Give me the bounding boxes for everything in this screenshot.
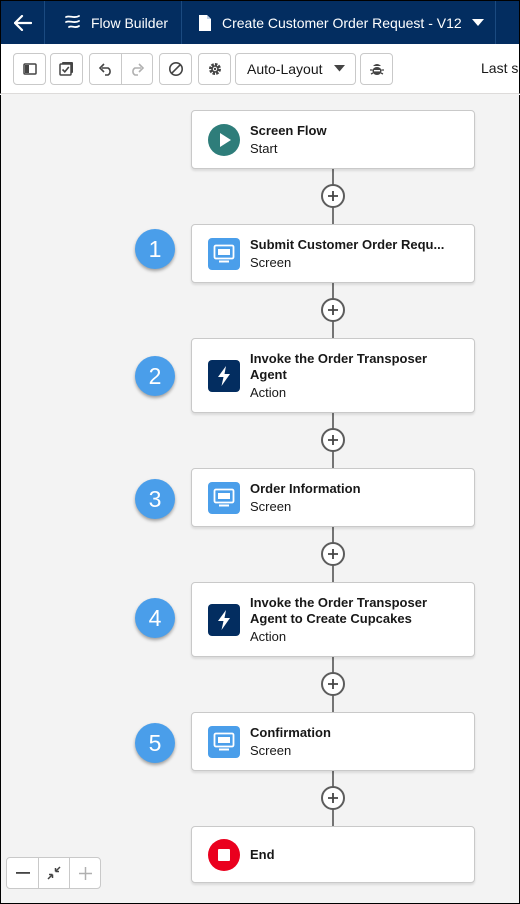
step-number-badge: 5 [135,723,175,763]
node-type: Action [250,628,287,644]
action-node-create-cupcakes[interactable]: Invoke the Order Transposer Agent to Cre… [191,582,475,657]
last-saved-text: Last sa [481,60,519,76]
plus-icon [328,435,338,445]
document-icon [199,14,211,31]
undo-button[interactable] [90,54,121,84]
screen-icon [208,481,240,514]
step-number-badge: 4 [135,598,175,638]
node-type: Action [250,384,287,400]
arrow-left-icon [13,14,32,31]
undo-icon [98,62,111,76]
contract-icon [47,866,61,880]
app-title: Flow Builder [91,14,169,31]
step-number-badge: 2 [135,356,175,396]
plus-icon [328,305,338,315]
add-element-button[interactable] [321,298,345,322]
plus-icon [328,191,338,201]
node-title: Submit Customer Order Requ... [250,236,445,252]
node-type: Screen [250,254,292,270]
redo-button[interactable] [121,53,152,84]
zoom-controls [6,857,101,889]
app-header: Flow Builder Create Customer Order Reque… [0,0,520,44]
back-button[interactable] [1,1,45,44]
app-name: Flow Builder [45,1,182,44]
screen-node-order-information[interactable]: Order Information Screen [191,468,475,527]
layout-mode-value: Auto-Layout [247,60,323,77]
panel-icon [22,62,37,75]
add-element-button[interactable] [321,542,345,566]
lightning-icon [208,359,240,392]
toolbar: Auto-Layout Last sa [0,44,520,94]
action-node-invoke-agent[interactable]: Invoke the Order Transposer Agent Action [191,338,475,413]
step-number-badge: 1 [135,229,175,269]
screen-icon [208,725,240,758]
flow-title: Create Customer Order Request - V12 [222,14,462,31]
plus-icon [328,679,338,689]
screen-node-confirmation[interactable]: Confirmation Screen [191,712,475,771]
redo-icon [132,62,145,76]
end-node[interactable]: End [191,826,475,883]
lightning-icon [208,603,240,636]
step-number-badge: 3 [135,479,175,519]
debug-button[interactable] [360,52,393,85]
flow-tab[interactable]: Create Customer Order Request - V12 [182,1,496,44]
flow-builder-icon [65,14,80,28]
node-title: Invoke the Order Transposer Agent to Cre… [250,594,428,626]
add-element-button[interactable] [321,672,345,696]
toggle-panel-button[interactable] [13,52,46,85]
layout-mode-select[interactable]: Auto-Layout [235,52,356,85]
node-title: Order Information [250,480,361,496]
plus-icon [328,793,338,803]
start-node[interactable]: Screen Flow Start [191,110,475,169]
plus-icon [78,866,92,880]
node-title: End [250,846,275,862]
bug-icon [369,63,384,75]
add-element-button[interactable] [321,786,345,810]
node-title: Invoke the Order Transposer Agent [250,350,428,382]
node-type: Screen [250,498,292,514]
undo-redo-group [89,52,153,85]
stop-icon [208,838,240,871]
plus-icon [328,549,338,559]
node-type: Start [250,140,278,156]
fit-to-view-button[interactable] [38,858,69,888]
ban-icon [168,61,183,76]
cancel-button[interactable] [159,52,192,85]
node-title: Confirmation [250,724,331,740]
zoom-in-button[interactable] [69,858,100,888]
settings-button[interactable] [198,52,231,85]
chevron-down-icon[interactable] [471,18,484,27]
play-icon [208,123,240,156]
screen-icon [208,237,240,270]
chevron-down-icon [334,65,345,72]
add-element-button[interactable] [321,428,345,452]
screen-node-submit-order[interactable]: Submit Customer Order Requ... Screen [191,224,475,283]
add-element-button[interactable] [321,184,345,208]
minus-icon [15,872,30,874]
check-errors-button[interactable] [50,52,83,85]
zoom-out-button[interactable] [7,858,38,888]
gear-icon [208,62,221,75]
node-type: Screen [250,742,292,758]
node-title: Screen Flow [250,122,327,138]
checklist-icon [59,62,73,76]
